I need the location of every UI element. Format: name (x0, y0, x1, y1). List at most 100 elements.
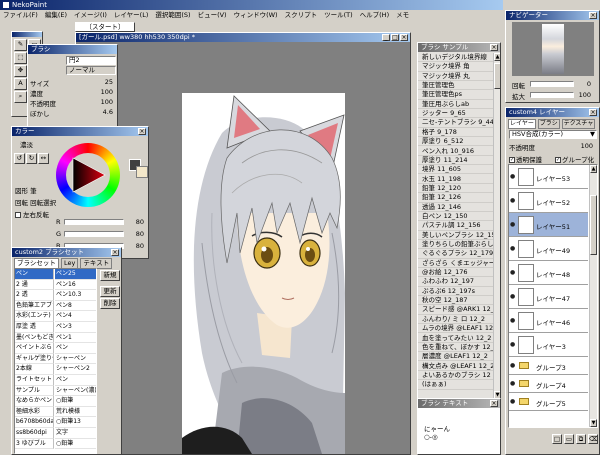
brush-sample-scrollbar[interactable]: ▲ ▼ (493, 53, 500, 399)
nav-zoom-slider[interactable] (530, 92, 574, 98)
text-line-2[interactable]: ○-◎ (424, 433, 438, 441)
brush-set-cell[interactable]: ペン16 (55, 280, 96, 291)
new-brush-button[interactable]: 新規 (100, 270, 120, 281)
brush-sample-item[interactable]: 透過 12_146 (418, 203, 493, 212)
brush-set-close-button[interactable]: × (111, 249, 119, 256)
brush-sample-item[interactable]: パステル調 12_156 (418, 221, 493, 231)
brush-set-cell[interactable]: 2本線 (15, 364, 54, 375)
g-slider[interactable] (64, 231, 124, 237)
brush-set-cell[interactable]: ペン (15, 269, 54, 280)
menu-tool[interactable]: ツール(T) (324, 11, 353, 19)
layer-opacity-value[interactable]: 100 (581, 142, 593, 150)
brush-name-field[interactable]: 円2 (66, 56, 116, 65)
layer-row[interactable]: ● レイヤー47 (509, 285, 588, 309)
background-color-swatch[interactable] (136, 166, 148, 178)
eye-icon[interactable]: ● (510, 341, 515, 348)
eye-icon[interactable]: ● (510, 362, 515, 369)
color-triangle[interactable] (68, 155, 108, 195)
brush-sample-item[interactable]: 鉛筆 12_126 (418, 193, 493, 203)
canvas-close-button[interactable]: × (400, 34, 408, 41)
brush-set-cell[interactable]: 3 ゆびブル (15, 438, 54, 450)
blend-mode-select[interactable]: HSV合成(カラー) ▼ (509, 130, 597, 139)
navigator-preview[interactable] (512, 22, 594, 76)
brush-sample-item[interactable]: 新しいデジタル境界線 (418, 53, 493, 63)
brush-set-cell[interactable]: ペン25 (55, 269, 96, 280)
eye-icon[interactable]: ● (510, 221, 515, 228)
brush-set-cell[interactable]: b6708b60dat (15, 417, 54, 428)
menu-edit[interactable]: 編集(E) (45, 11, 67, 19)
menu-selection[interactable]: 選択範囲(S) (155, 11, 190, 19)
brush-size-value[interactable]: 25 (105, 78, 113, 86)
layer-row[interactable]: ● レイヤー49 (509, 237, 588, 261)
tab-layer[interactable]: レイヤー (508, 119, 536, 129)
brush-density-value[interactable]: 100 (101, 88, 113, 96)
brush-set-cell[interactable]: なめらかペン (15, 396, 54, 407)
canvas-minimize-button[interactable]: _ (382, 34, 390, 41)
brush-sample-item[interactable]: 筆圧管理色ps (418, 90, 493, 100)
scroll-up-arrow[interactable]: ▲ (494, 53, 500, 61)
eye-icon[interactable]: ● (510, 398, 515, 405)
layer-group-row[interactable]: ● グループ5 (509, 393, 588, 411)
brush-sample-item[interactable]: ぷるぷ6 12_197s (418, 287, 493, 297)
color-panel-close-button[interactable]: × (138, 128, 146, 135)
brush-set-cell[interactable]: ペン1 (55, 333, 96, 344)
brush-sample-item[interactable]: @お絵 12_176 (418, 268, 493, 278)
protect-checkbox[interactable]: ✓ 透明保護 (509, 154, 542, 164)
brush-sample-item[interactable]: 白ペン 12_150 (418, 212, 493, 222)
brush-sample-item[interactable]: ペン入れ 10_916 (418, 147, 493, 156)
brush-set-cell[interactable]: 厚塗 透 (15, 322, 54, 333)
navigator-close-button[interactable]: × (589, 12, 597, 19)
brush-set-cell[interactable]: ペン3 (55, 322, 96, 333)
layer-row[interactable]: ● レイヤー46 (509, 309, 588, 333)
brush-set-cell[interactable]: ○鉛筆 (55, 439, 96, 450)
brush-sample-item[interactable]: ざらざら くまエッジャー (418, 259, 493, 268)
brush-set-cell[interactable]: ○鉛筆 (55, 396, 96, 407)
brush-sample-item[interactable]: ムラの境界 @LEAF1 12_ (418, 324, 493, 334)
flip-checkbox[interactable]: 左右反転 (15, 209, 49, 219)
text-panel-close-button[interactable]: × (490, 400, 498, 407)
tab-brush[interactable]: ブラシ (537, 119, 560, 129)
brush-set-cell[interactable]: ペイントぶらし (15, 343, 54, 354)
menu-help[interactable]: ヘルプ(H) (360, 11, 389, 19)
eye-icon[interactable]: ● (510, 269, 515, 276)
brush-set-cell[interactable]: ギャルゲ塗りセ (15, 353, 54, 365)
brush-set-cell[interactable]: 荒れ模様 (55, 407, 96, 418)
layer-scroll-down[interactable]: ▼ (590, 419, 597, 427)
brush-sample-item[interactable]: 美しいペンブラシ 12_157 (418, 231, 493, 240)
layer-row[interactable]: ● レイヤー48 (509, 261, 588, 285)
text-line-1[interactable]: にゃーん (424, 423, 450, 433)
brush-sample-item[interactable]: スピード感 @ARK1 12_198 (418, 305, 493, 315)
tool-text-button[interactable]: A (14, 78, 27, 90)
menu-image[interactable]: イメージ(I) (74, 11, 107, 19)
menu-layer[interactable]: レイヤー(L) (114, 11, 149, 19)
brush-sample-item[interactable]: 筆圧管理色 (418, 81, 493, 91)
brush-sample-item[interactable]: 塗りちらしの鉛筆ぶらし (418, 240, 493, 250)
brush-sample-item[interactable]: よいあるかのブラシ 12 (418, 371, 493, 381)
layer-panel-close-button[interactable]: × (589, 109, 597, 116)
brush-sample-item[interactable]: 水玉 11_198 (418, 175, 493, 184)
brush-set-cell[interactable]: 2 通 (15, 279, 54, 291)
brush-set-cell[interactable]: 極細水彩 (15, 406, 54, 418)
brush-sample-item[interactable]: 格子 9_178 (418, 128, 493, 138)
tool-brush-button[interactable]: ✎ (14, 39, 27, 51)
nav-angle-value[interactable]: 0 (587, 80, 591, 88)
new-folder-button[interactable]: ▭ (564, 434, 574, 444)
reset-button[interactable]: ↔ (38, 153, 49, 164)
layer-row[interactable]: ● レイヤー52 (509, 189, 588, 213)
brush-set-cell[interactable]: 水彩(エンテ) (15, 311, 54, 322)
group-checkbox[interactable]: ✓ グループ化 (555, 154, 594, 164)
brush-set-cell[interactable]: 文字 (55, 428, 96, 439)
delete-layer-button[interactable]: ⌫ (588, 434, 598, 444)
brush-sample-item[interactable]: ジッター 9_65 (418, 109, 493, 119)
update-brush-button[interactable]: 更新 (100, 286, 120, 297)
brush-set-cell[interactable]: 2 透 (15, 290, 54, 301)
brush-sample-item[interactable]: マジック境界 丸 (418, 72, 493, 81)
brush-sample-item[interactable]: 秋の空 12_187 (418, 296, 493, 306)
eye-icon[interactable]: ● (510, 317, 515, 324)
brush-sample-item[interactable]: 鉛筆 12_120 (418, 184, 493, 194)
brush-sample-item[interactable]: 二セ-テントブラシ 9_44 (418, 118, 493, 128)
menu-view[interactable]: ビュー(V) (198, 11, 227, 19)
brush-set-cell[interactable]: ss8b60dpi (15, 428, 54, 439)
tool-select-button[interactable]: ⬚ (14, 52, 27, 64)
brush-set-cell[interactable]: ペン4 (55, 311, 96, 322)
